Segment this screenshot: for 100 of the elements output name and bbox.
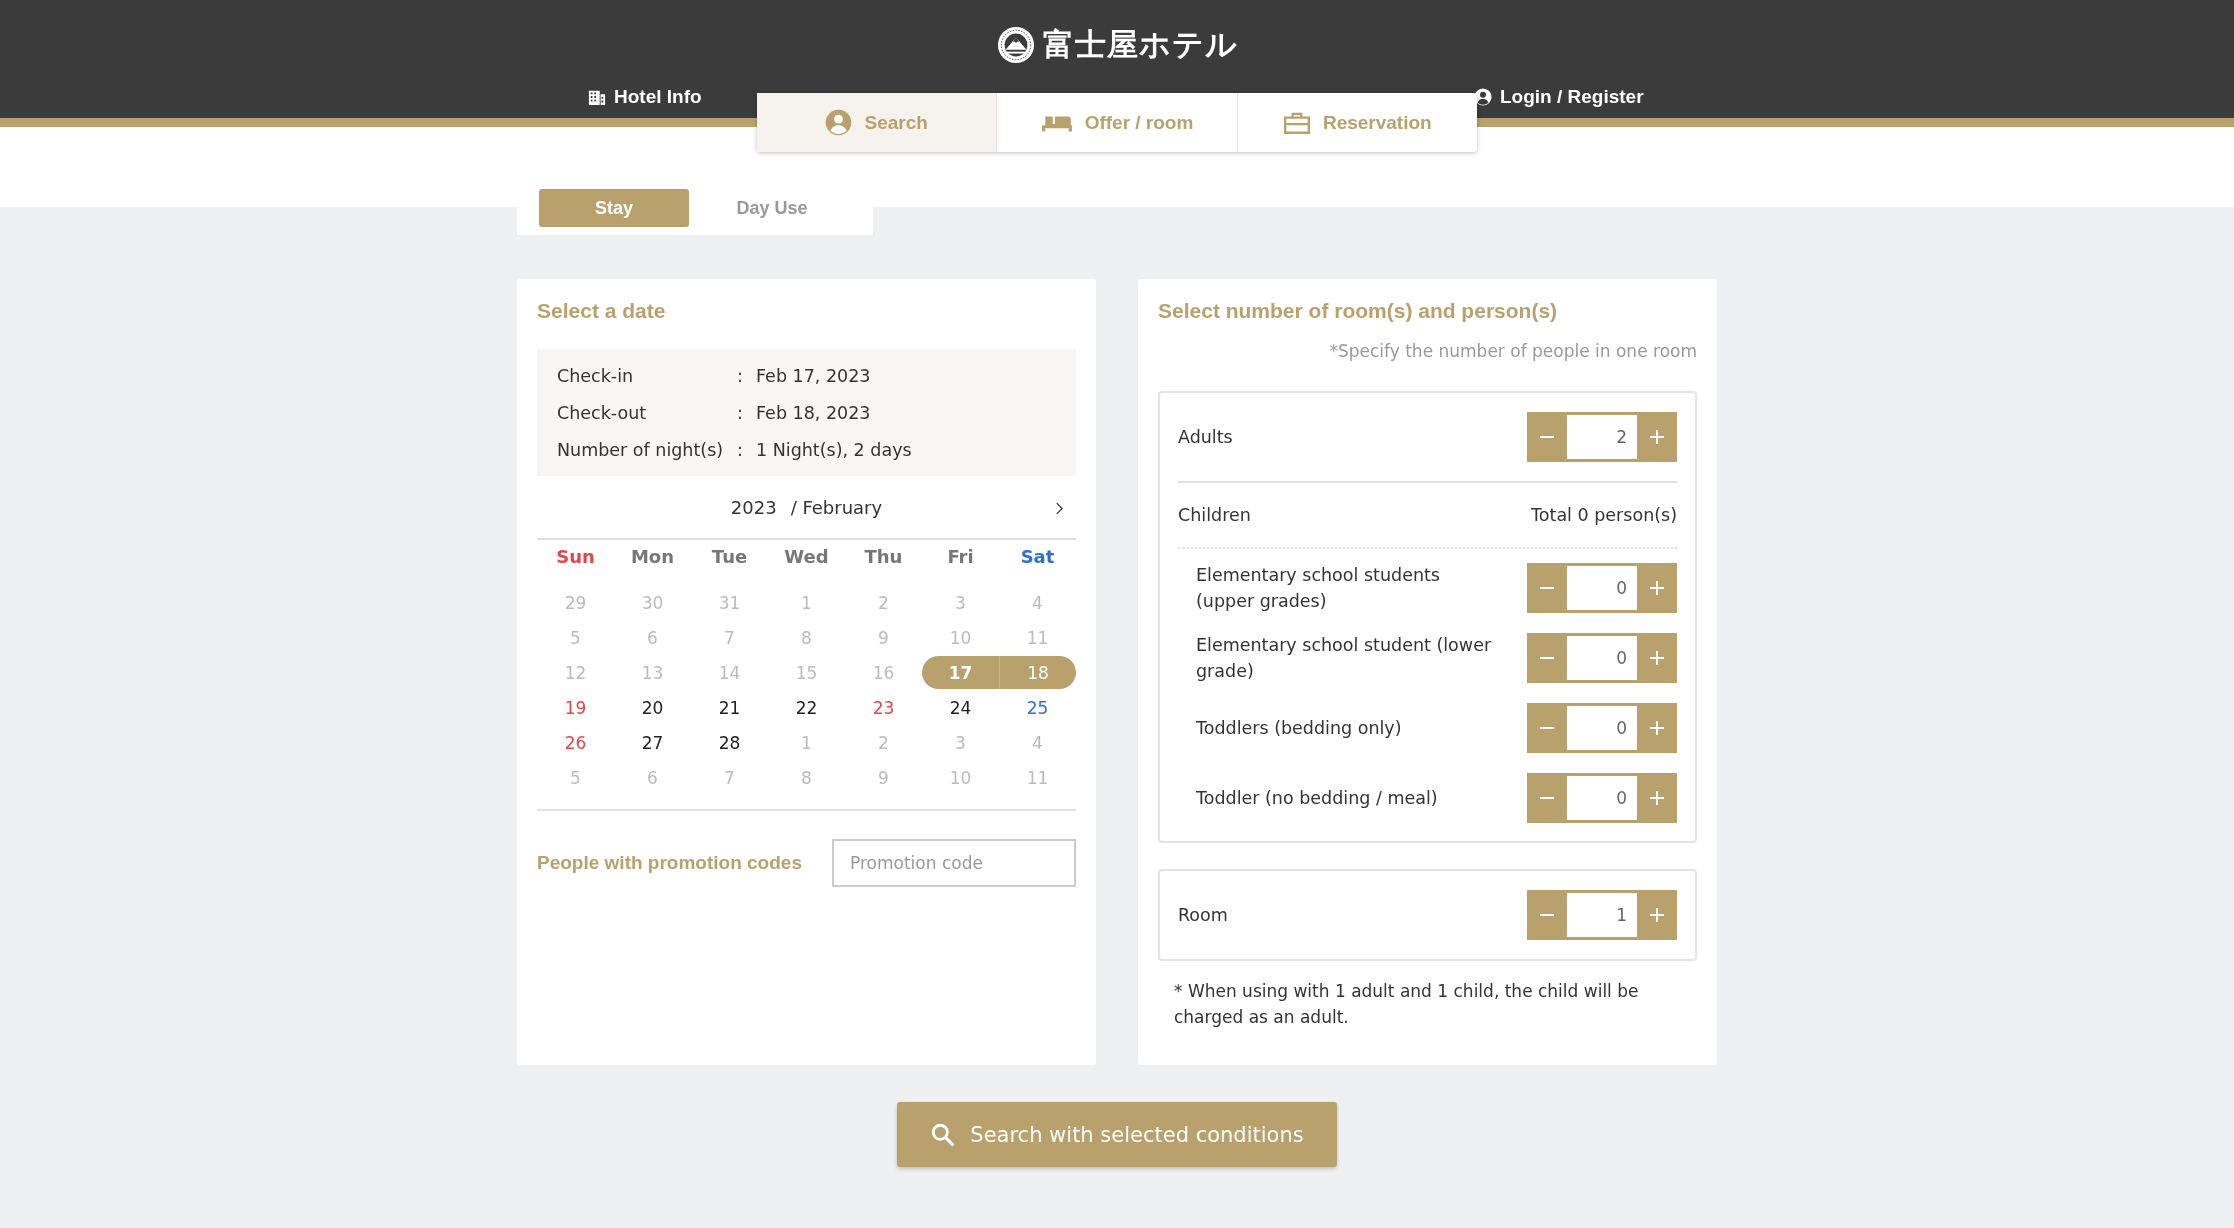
weekday-label: Wed [783, 545, 830, 569]
calendar-day[interactable]: 27 [614, 726, 691, 759]
count-field[interactable]: 0 [1567, 633, 1637, 683]
calendar-day[interactable]: 22 [768, 691, 845, 724]
count-field[interactable]: 1 [1567, 890, 1637, 940]
summary-label: Check-in [557, 365, 635, 386]
plus-button[interactable] [1637, 773, 1677, 823]
calendar-day[interactable]: 18 [999, 656, 1076, 689]
calendar-day[interactable]: 14 [691, 656, 768, 689]
weekday-label: Sat [1019, 545, 1056, 569]
calendar-day[interactable]: 19 [537, 691, 614, 724]
mode-tab[interactable]: Stay [539, 189, 689, 227]
calendar-day[interactable]: 3 [922, 726, 999, 759]
calendar-day[interactable]: 13 [614, 656, 691, 689]
building-icon [588, 88, 606, 106]
calendar-day[interactable]: 28 [691, 726, 768, 759]
calendar-day[interactable]: 30 [614, 586, 691, 619]
calendar-day[interactable]: 10 [922, 621, 999, 654]
summary-value: Feb 18, 2023 [756, 402, 871, 423]
weekday-label: Fri [946, 545, 975, 569]
child-type-label: Toddler (no bedding / meal) [1196, 786, 1439, 810]
calendar-day[interactable]: 6 [614, 761, 691, 794]
calendar-day[interactable]: 16 [845, 656, 922, 689]
minus-icon [1540, 797, 1554, 799]
calendar-day[interactable]: 10 [922, 761, 999, 794]
plus-icon [1649, 720, 1665, 736]
minus-icon [1540, 914, 1554, 916]
summary-value: 1 Night(s), 2 days [756, 439, 912, 460]
weekday-label: Tue [710, 545, 749, 569]
calendar-month: / February [790, 496, 883, 518]
count-field[interactable]: 2 [1567, 412, 1637, 462]
calendar-day[interactable]: 2 [845, 726, 922, 759]
calendar-day[interactable]: 17 [922, 656, 999, 689]
calendar-day[interactable]: 1 [768, 726, 845, 759]
child-type-label: Toddlers (bedding only) [1196, 716, 1403, 740]
calendar-day[interactable]: 8 [768, 761, 845, 794]
calendar-day[interactable]: 21 [691, 691, 768, 724]
calendar-day[interactable]: 29 [537, 586, 614, 619]
plus-button[interactable] [1637, 563, 1677, 613]
calendar-day[interactable]: 2 [845, 586, 922, 619]
calendar-day[interactable]: 1 [768, 586, 845, 619]
minus-icon [1540, 727, 1554, 729]
section-title: Select number of room(s) and person(s) [1158, 299, 1559, 324]
step-tab[interactable]: Reservation [1237, 93, 1477, 152]
calendar-year: 2023 [730, 496, 777, 518]
briefcase-icon [1282, 110, 1311, 135]
calendar-day[interactable]: 4 [999, 586, 1076, 619]
search-icon [930, 1121, 957, 1148]
calendar-day[interactable]: 23 [845, 691, 922, 724]
next-month-chevron-icon[interactable] [1055, 502, 1064, 515]
calendar-day[interactable]: 5 [537, 761, 614, 794]
calendar-day[interactable]: 11 [999, 621, 1076, 654]
calendar-day[interactable]: 15 [768, 656, 845, 689]
promo-label: People with promotion codes [537, 852, 802, 874]
summary-label: Check-out [557, 402, 648, 423]
calendar-day[interactable]: 8 [768, 621, 845, 654]
weekday-label: Mon [629, 545, 676, 569]
count-field[interactable]: 0 [1567, 703, 1637, 753]
hotel-info-link[interactable]: Hotel Info [588, 86, 702, 108]
calendar-day[interactable]: 11 [999, 761, 1076, 794]
colon-separator: : [737, 439, 744, 460]
search-button[interactable]: Search with selected conditions [897, 1102, 1337, 1167]
calendar-day[interactable]: 5 [537, 621, 614, 654]
minus-icon [1540, 587, 1554, 589]
child-type-label: Elementary school students (upper grades) [1196, 563, 1441, 613]
plus-icon [1649, 907, 1665, 923]
plus-button[interactable] [1637, 633, 1677, 683]
calendar-day[interactable]: 7 [691, 621, 768, 654]
calendar-day[interactable]: 9 [845, 761, 922, 794]
promotion-code-field[interactable]: Promotion code [832, 839, 1076, 887]
colon-separator: : [737, 365, 744, 386]
calendar-day[interactable]: 6 [614, 621, 691, 654]
calendar-day[interactable]: 25 [999, 691, 1076, 724]
count-field[interactable]: 0 [1567, 563, 1637, 613]
child-type-label: Elementary school student (lower grade) [1196, 633, 1493, 683]
calendar-day[interactable]: 9 [845, 621, 922, 654]
colon-separator: : [737, 402, 744, 423]
plus-icon [1649, 790, 1665, 806]
plus-button[interactable] [1637, 703, 1677, 753]
plus-button[interactable] [1637, 890, 1677, 940]
calendar-day[interactable]: 26 [537, 726, 614, 759]
weekday-label: Sun [555, 545, 596, 569]
calendar-day[interactable]: 3 [922, 586, 999, 619]
summary-label: Number of night(s) [557, 439, 725, 460]
calendar-day[interactable]: 31 [691, 586, 768, 619]
count-field[interactable]: 0 [1567, 773, 1637, 823]
calendar-day[interactable]: 4 [999, 726, 1076, 759]
plus-button[interactable] [1637, 412, 1677, 462]
summary-value: Feb 17, 2023 [756, 365, 871, 386]
plus-icon [1649, 650, 1665, 666]
weekday-label: Thu [863, 545, 904, 569]
step-tab[interactable]: Search [757, 93, 998, 152]
plus-icon [1649, 580, 1665, 596]
calendar-day[interactable]: 7 [691, 761, 768, 794]
calendar-day[interactable]: 20 [614, 691, 691, 724]
guest-type-label: Adults [1178, 427, 1233, 447]
hotel-logo-text[interactable]: 富士屋ホテル [1042, 24, 1238, 66]
child-charge-note: * When using with 1 adult and 1 child, the child will be charged as an adult. [1174, 980, 1640, 1029]
calendar-day[interactable]: 12 [537, 656, 614, 689]
calendar-day[interactable]: 24 [922, 691, 999, 724]
